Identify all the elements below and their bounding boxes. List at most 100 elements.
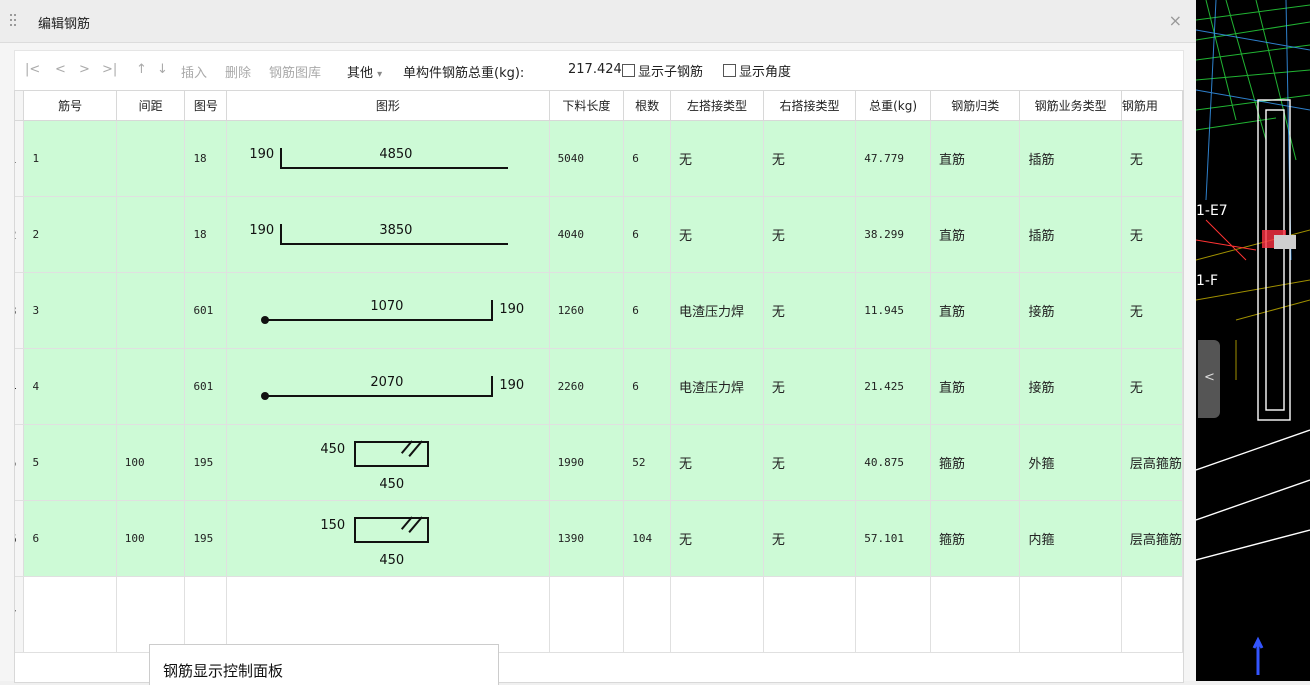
- row-index[interactable]: 7: [15, 576, 25, 653]
- empty-cell[interactable]: [1121, 576, 1183, 653]
- figure-no-cell[interactable]: 601: [184, 348, 228, 425]
- usage-cell[interactable]: 无: [1121, 120, 1183, 197]
- count-cell[interactable]: 104: [623, 500, 672, 577]
- right-lap-cell[interactable]: 无: [763, 272, 857, 349]
- col-header[interactable]: 间距: [116, 91, 186, 121]
- cut-length-cell[interactable]: 2260: [549, 348, 625, 425]
- count-cell[interactable]: 6: [623, 196, 672, 273]
- left-lap-cell[interactable]: 无: [670, 196, 764, 273]
- category-cell[interactable]: 箍筋: [930, 424, 1021, 501]
- first-record-button[interactable]: |<: [25, 62, 40, 77]
- col-header[interactable]: 图号: [184, 91, 228, 121]
- row-index[interactable]: 3: [15, 272, 25, 349]
- right-lap-cell[interactable]: 无: [763, 196, 857, 273]
- business-type-cell[interactable]: 外箍: [1019, 424, 1122, 501]
- weight-cell[interactable]: 57.101: [855, 500, 931, 577]
- category-cell[interactable]: 箍筋: [930, 500, 1021, 577]
- collapse-panel-tab[interactable]: <: [1198, 340, 1220, 418]
- right-lap-cell[interactable]: 无: [763, 348, 857, 425]
- bar-no-cell[interactable]: 2: [23, 196, 117, 273]
- left-lap-cell[interactable]: 电渣压力焊: [670, 272, 764, 349]
- empty-cell[interactable]: [1019, 576, 1122, 653]
- business-type-cell[interactable]: 接筋: [1019, 272, 1122, 349]
- count-cell[interactable]: 6: [623, 272, 672, 349]
- spacing-cell[interactable]: [116, 272, 186, 349]
- move-up-button[interactable]: ↑: [136, 62, 147, 77]
- col-header[interactable]: 筋号: [23, 91, 117, 121]
- shape-cell[interactable]: 450 450: [226, 424, 550, 501]
- insert-button[interactable]: 插入: [181, 62, 207, 81]
- empty-cell[interactable]: [226, 576, 550, 653]
- empty-cell[interactable]: [184, 576, 228, 653]
- col-header[interactable]: 钢筋业务类型: [1019, 91, 1122, 121]
- figure-no-cell[interactable]: 18: [184, 120, 228, 197]
- business-type-cell[interactable]: 接筋: [1019, 348, 1122, 425]
- usage-cell[interactable]: 无: [1121, 348, 1183, 425]
- business-type-cell[interactable]: 插筋: [1019, 196, 1122, 273]
- col-header[interactable]: 右搭接类型: [763, 91, 857, 121]
- table-row[interactable]: 2218190385040406无无38.299直筋插筋无: [15, 196, 1183, 273]
- cut-length-cell[interactable]: 1390: [549, 500, 625, 577]
- weight-cell[interactable]: 11.945: [855, 272, 931, 349]
- empty-cell[interactable]: [23, 576, 117, 653]
- table-row[interactable]: 661001951504501390104无无57.101箍筋内箍层高箍筋: [15, 500, 1183, 577]
- other-menu-button[interactable]: 其他 ▾: [347, 62, 382, 81]
- category-cell[interactable]: 直筋: [930, 348, 1021, 425]
- shape-cell[interactable]: 2070 190: [226, 348, 550, 425]
- row-index[interactable]: 1: [15, 120, 25, 197]
- delete-button[interactable]: 删除: [225, 62, 251, 81]
- category-cell[interactable]: 直筋: [930, 120, 1021, 197]
- count-cell[interactable]: 6: [623, 120, 672, 197]
- weight-cell[interactable]: 38.299: [855, 196, 931, 273]
- row-index[interactable]: 5: [15, 424, 25, 501]
- empty-cell[interactable]: [930, 576, 1021, 653]
- left-lap-cell[interactable]: 无: [670, 500, 764, 577]
- bar-no-cell[interactable]: 6: [23, 500, 117, 577]
- col-header[interactable]: 钢筋归类: [930, 91, 1021, 121]
- next-record-button[interactable]: >: [79, 62, 90, 77]
- col-header[interactable]: 根数: [623, 91, 672, 121]
- left-lap-cell[interactable]: 电渣压力焊: [670, 348, 764, 425]
- usage-cell[interactable]: 无: [1121, 272, 1183, 349]
- title-bar[interactable]: 编辑钢筋 ×: [0, 0, 1196, 43]
- spacing-cell[interactable]: [116, 196, 186, 273]
- table-row[interactable]: 1118190485050406无无47.779直筋插筋无: [15, 120, 1183, 197]
- table-row[interactable]: 33601107019012606电渣压力焊无11.945直筋接筋无: [15, 272, 1183, 349]
- rebar-library-button[interactable]: 钢筋图库: [269, 62, 321, 81]
- cut-length-cell[interactable]: 4040: [549, 196, 625, 273]
- shape-cell[interactable]: 190 3850: [226, 196, 550, 273]
- col-header[interactable]: 左搭接类型: [670, 91, 764, 121]
- col-header[interactable]: 下料长度: [549, 91, 625, 121]
- table-row[interactable]: 44601207019022606电渣压力焊无21.425直筋接筋无: [15, 348, 1183, 425]
- weight-cell[interactable]: 47.779: [855, 120, 931, 197]
- col-header[interactable]: 图形: [226, 91, 550, 121]
- checkbox-box[interactable]: [723, 64, 736, 77]
- figure-no-cell[interactable]: 195: [184, 500, 228, 577]
- show-angle-checkbox[interactable]: 显示角度: [723, 61, 791, 80]
- col-header[interactable]: 钢筋用: [1121, 91, 1183, 121]
- right-lap-cell[interactable]: 无: [763, 500, 857, 577]
- checkbox-box[interactable]: [622, 64, 635, 77]
- shape-cell[interactable]: 190 4850: [226, 120, 550, 197]
- weight-cell[interactable]: 40.875: [855, 424, 931, 501]
- category-cell[interactable]: 直筋: [930, 196, 1021, 273]
- right-lap-cell[interactable]: 无: [763, 424, 857, 501]
- empty-cell[interactable]: [623, 576, 672, 653]
- table-row[interactable]: 55100195450450199052无无40.875箍筋外箍层高箍筋: [15, 424, 1183, 501]
- empty-cell[interactable]: [763, 576, 857, 653]
- table-row-empty[interactable]: 7: [15, 576, 1183, 653]
- count-cell[interactable]: 6: [623, 348, 672, 425]
- figure-no-cell[interactable]: 18: [184, 196, 228, 273]
- spacing-cell[interactable]: 100: [116, 500, 186, 577]
- weight-cell[interactable]: 21.425: [855, 348, 931, 425]
- move-down-button[interactable]: ↓: [157, 62, 168, 77]
- bar-no-cell[interactable]: 1: [23, 120, 117, 197]
- spacing-cell[interactable]: 100: [116, 424, 186, 501]
- category-cell[interactable]: 直筋: [930, 272, 1021, 349]
- empty-cell[interactable]: [855, 576, 931, 653]
- shape-cell[interactable]: 1070 190: [226, 272, 550, 349]
- usage-cell[interactable]: 层高箍筋: [1121, 500, 1183, 577]
- prev-record-button[interactable]: <: [55, 62, 66, 77]
- bar-no-cell[interactable]: 5: [23, 424, 117, 501]
- figure-no-cell[interactable]: 195: [184, 424, 228, 501]
